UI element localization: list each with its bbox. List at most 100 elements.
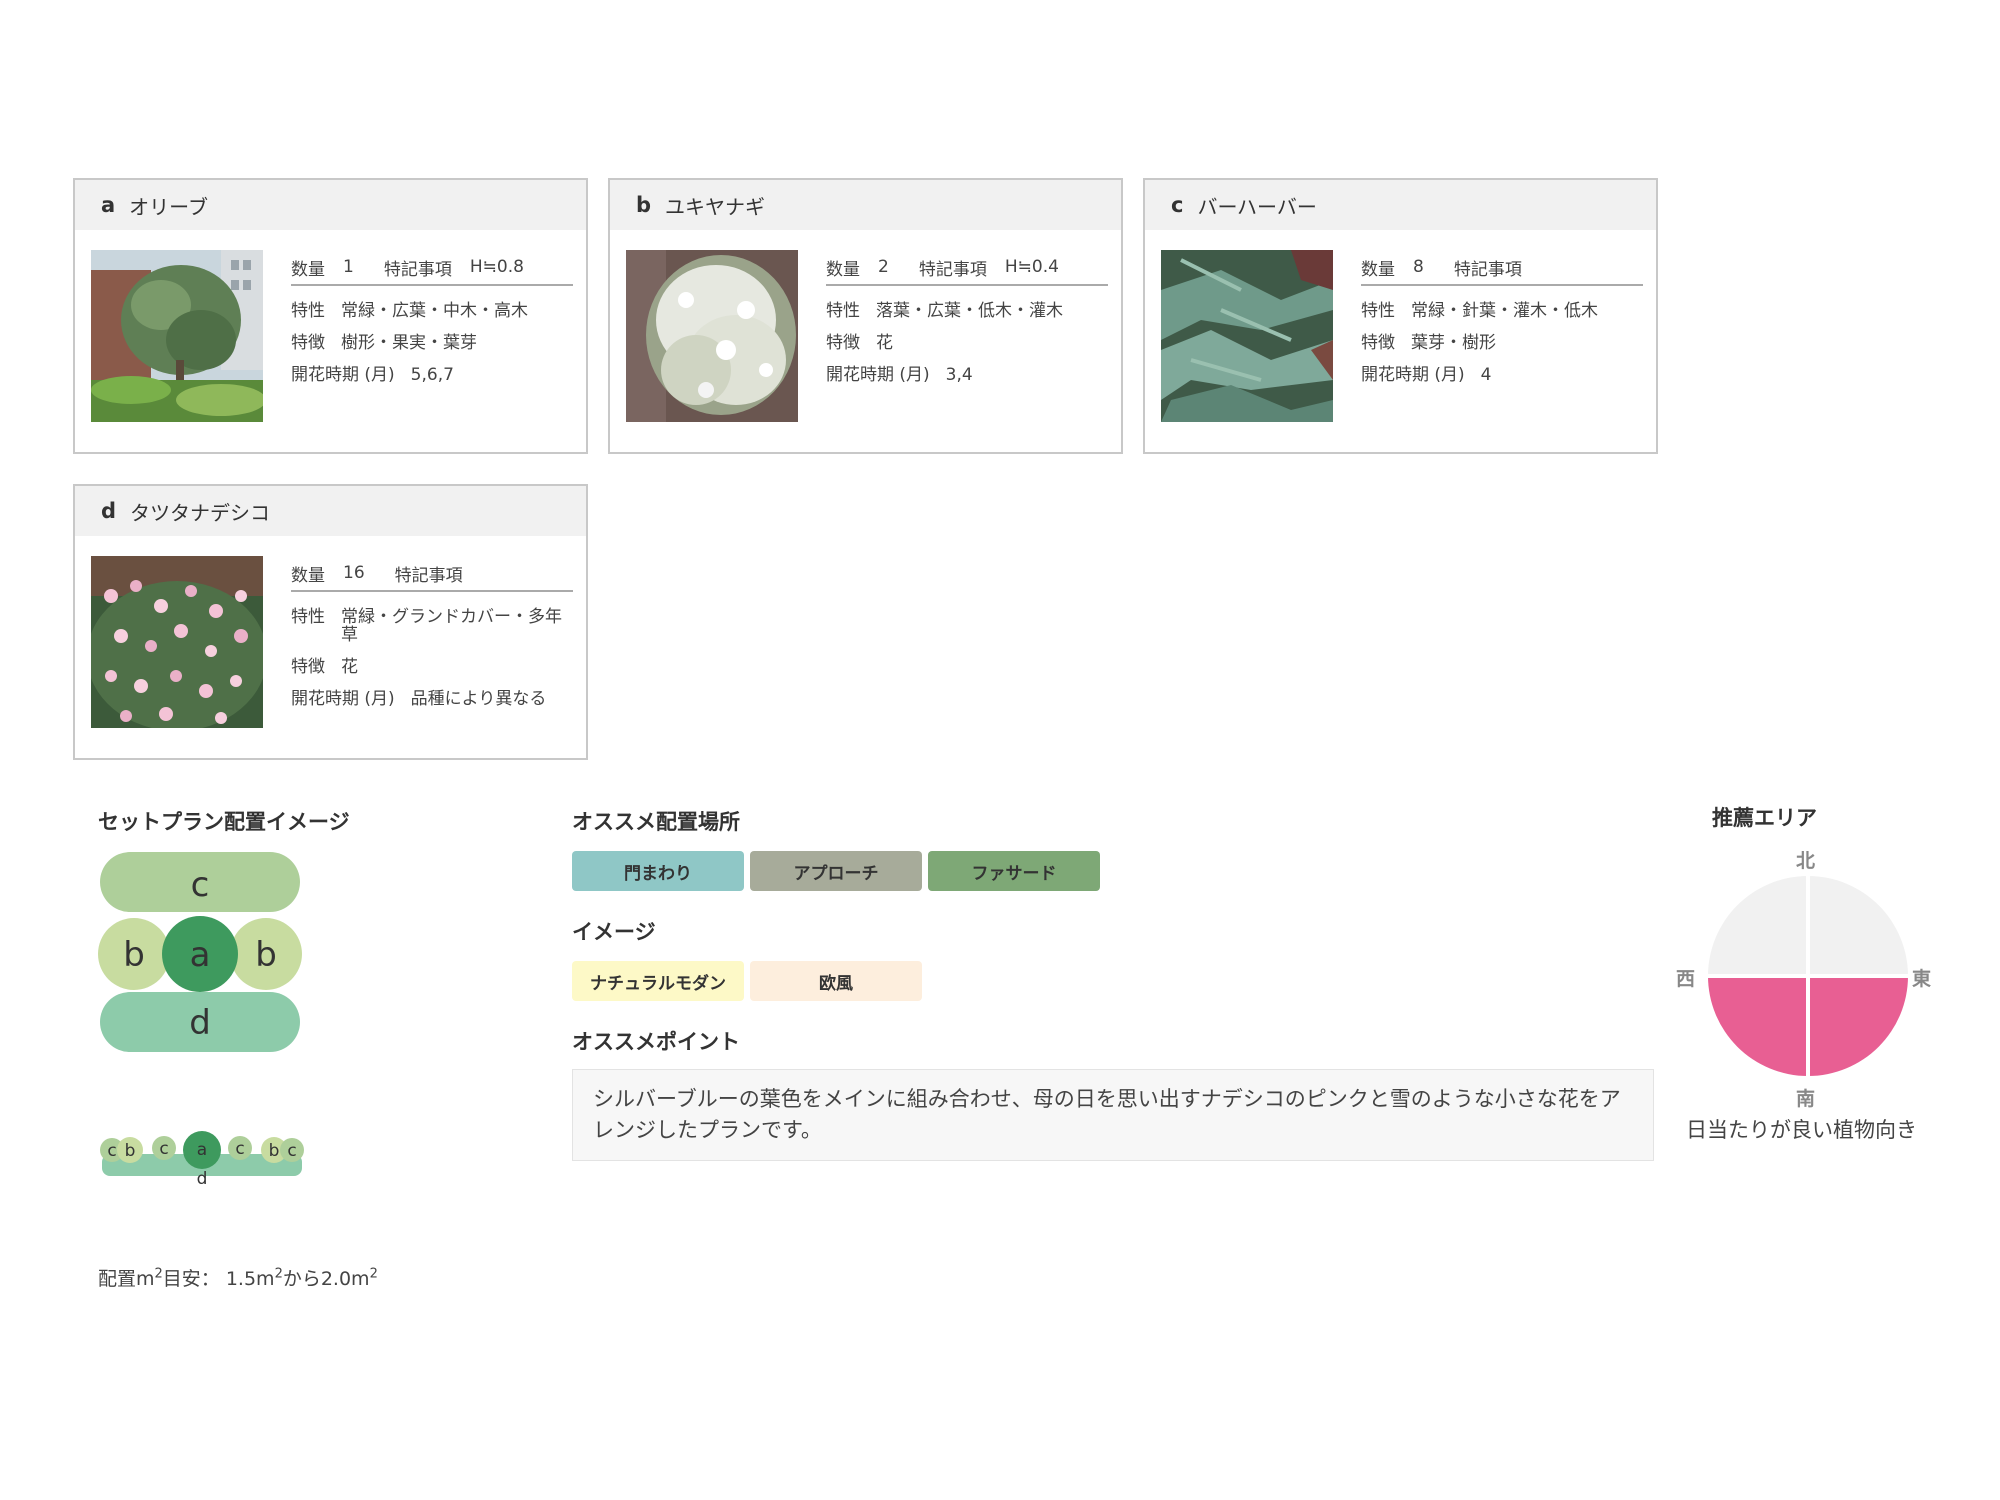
area-estimate: 配置m2目安： 1.5m2から2.0m2	[98, 1264, 378, 1291]
trait-label: 特性	[291, 301, 325, 321]
bloom-value: 5,6,7	[410, 365, 454, 385]
qty-value: 1	[343, 257, 354, 277]
image-tag-european: 欧風	[750, 961, 922, 1001]
row-label-d: d	[197, 1169, 208, 1189]
note-value: H≒0.4	[1004, 257, 1059, 277]
note-label: 特記事項	[383, 259, 452, 280]
plant-name: バーハーバー	[1197, 194, 1317, 219]
area-sup: 2	[274, 1266, 283, 1282]
feature-label: 特徴	[1361, 333, 1395, 353]
plant-card-c: c バーハーバー 数量 8 特記事項 特性 常緑・針葉・灌木・低木 特徴 葉芽・…	[1143, 178, 1658, 454]
bloom-value: 4	[1480, 365, 1492, 385]
plant-info: 数量 2 特記事項 H≒0.4 特性 落葉・広葉・低木・灌木 特徴 花 開花時期…	[826, 250, 1108, 384]
place-tag-approach: アプローチ	[750, 851, 922, 891]
feature-row: 特徴 花	[291, 658, 573, 676]
place-tag-gate: 門まわり	[572, 851, 744, 891]
trait-value: 落葉・広葉・低木・灌木	[876, 301, 1063, 321]
bloom-row: 開花時期 (月) 4	[1361, 366, 1643, 384]
note-label: 特記事項	[394, 565, 463, 586]
plant-letter: b	[636, 193, 652, 217]
plant-letter: d	[101, 499, 117, 523]
feature-value: 花	[341, 657, 358, 677]
quadrant-north-east	[1808, 876, 1908, 976]
feature-label: 特徴	[291, 333, 325, 353]
qty-label: 数量	[291, 259, 325, 280]
qty-row: 数量 1 特記事項 H≒0.8	[291, 250, 573, 286]
note-label: 特記事項	[918, 259, 987, 280]
quadrant-north-west	[1708, 876, 1808, 976]
plant-info: 数量 8 特記事項 特性 常緑・針葉・灌木・低木 特徴 葉芽・樹形 開花時期 (…	[1361, 250, 1643, 384]
bloom-row: 開花時期 (月) 3,4	[826, 366, 1108, 384]
card-header: a オリーブ	[75, 180, 586, 230]
quadrant-south-east	[1808, 976, 1908, 1076]
qty-label: 数量	[291, 565, 325, 586]
feature-label: 特徴	[826, 333, 860, 353]
area-caption: 日当たりが良い植物向き	[1686, 1118, 1917, 1142]
plant-card-a: a オリーブ 数量 1 特記事項 H≒0.8 特性 常緑・広葉・中木・高木 特徴…	[73, 178, 588, 454]
area-sup: 2	[154, 1266, 163, 1282]
place-tag-facade: ファサード	[928, 851, 1100, 891]
sun-exposure-compass	[1708, 876, 1908, 1076]
zone-label-b: b	[255, 935, 277, 975]
trait-row: 特性 常緑・針葉・灌木・低木	[1361, 302, 1643, 320]
feature-row: 特徴 樹形・果実・葉芽	[291, 334, 573, 352]
qty-value: 8	[1413, 257, 1424, 277]
trait-label: 特性	[291, 607, 325, 627]
plant-card-d: d タツタナデシコ 数量 16 特記事項 特性 常緑・グランドカバー・多年草 特…	[73, 484, 588, 760]
row-label-b: b	[125, 1141, 136, 1161]
row-label-b: b	[269, 1141, 280, 1161]
point-title: オススメポイント	[572, 1030, 740, 1054]
point-text: シルバーブルーの葉色をメインに組み合わせ、母の日を思い出すナデシコのピンクと雪の…	[572, 1069, 1654, 1161]
pink-dianthus-photo	[91, 556, 263, 728]
bloom-label: 開花時期 (月)	[291, 689, 395, 709]
area-min: 目安： 1.5m	[162, 1268, 275, 1290]
feature-row: 特徴 葉芽・樹形	[1361, 334, 1643, 352]
quadrant-south-west	[1708, 976, 1808, 1076]
plant-info: 数量 16 特記事項 特性 常緑・グランドカバー・多年草 特徴 花 開花時期 (…	[291, 556, 573, 708]
trait-value: 常緑・広葉・中木・高木	[341, 301, 528, 321]
trait-value: 常緑・グランドカバー・多年草	[341, 607, 562, 645]
plant-name: ユキヤナギ	[665, 194, 766, 219]
row-label-c: c	[235, 1139, 244, 1159]
zone-label-c: c	[191, 865, 210, 905]
area-sup: 2	[369, 1266, 378, 1282]
bloom-value: 3,4	[945, 365, 973, 385]
card-header: d タツタナデシコ	[75, 486, 586, 536]
planting-layout-diagram: c b a b d	[98, 852, 302, 1052]
trait-row: 特性 常緑・グランドカバー・多年草	[291, 608, 573, 644]
row-label-c: c	[287, 1141, 296, 1161]
bloom-row: 開花時期 (月) 品種により異なる	[291, 690, 573, 708]
bloom-label: 開花時期 (月)	[291, 365, 395, 385]
plant-letter: a	[101, 193, 116, 217]
zone-label-b: b	[123, 935, 145, 975]
qty-label: 数量	[1361, 259, 1395, 280]
bloom-label: 開花時期 (月)	[1361, 365, 1465, 385]
white-flowering-shrub-photo	[626, 250, 798, 422]
juniper-photo	[1161, 250, 1333, 422]
plant-letter: c	[1171, 193, 1184, 217]
trait-label: 特性	[826, 301, 860, 321]
plant-info: 数量 1 特記事項 H≒0.8 特性 常緑・広葉・中木・高木 特徴 樹形・果実・…	[291, 250, 573, 384]
note-value: H≒0.8	[469, 257, 524, 277]
qty-value: 16	[343, 563, 365, 583]
place-title: オススメ配置場所	[572, 810, 740, 834]
qty-row: 数量 8 特記事項	[1361, 250, 1643, 286]
compass-south: 南	[1796, 1088, 1816, 1110]
bloom-value: 品種により異なる	[410, 689, 547, 709]
zone-label-a: a	[190, 935, 211, 975]
qty-row: 数量 2 特記事項 H≒0.4	[826, 250, 1108, 286]
feature-label: 特徴	[291, 657, 325, 677]
row-label-c: c	[159, 1139, 168, 1159]
trait-row: 特性 常緑・広葉・中木・高木	[291, 302, 573, 320]
feature-value: 樹形・果実・葉芽	[341, 333, 477, 353]
card-header: c バーハーバー	[1145, 180, 1656, 230]
card-header: b ユキヤナギ	[610, 180, 1121, 230]
bloom-row: 開花時期 (月) 5,6,7	[291, 366, 573, 384]
area-max: から2.0m	[282, 1268, 370, 1290]
plant-card-b: b ユキヤナギ 数量 2 特記事項 H≒0.4 特性 落葉・広葉・低木・灌木 特…	[608, 178, 1123, 454]
row-label-a: a	[197, 1140, 207, 1160]
area-prefix: 配置m	[98, 1268, 155, 1290]
qty-label: 数量	[826, 259, 860, 280]
feature-value: 花	[876, 333, 893, 353]
zone-label-d: d	[189, 1003, 211, 1043]
